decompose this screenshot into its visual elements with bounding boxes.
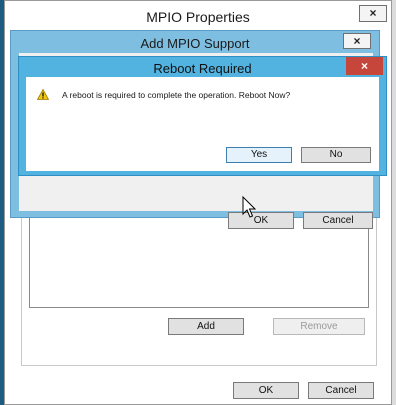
add-dialog-title: Add MPIO Support [140, 36, 250, 51]
reboot-message: A reboot is required to complete the ope… [62, 90, 291, 100]
reboot-dialog-content: A reboot is required to complete the ope… [26, 77, 379, 171]
remove-button[interactable]: Remove [273, 318, 365, 335]
mpio-cancel-button[interactable]: Cancel [308, 382, 374, 399]
reboot-dialog-close-button[interactable]: × [346, 57, 383, 75]
close-icon: × [369, 6, 377, 20]
mpio-close-button[interactable]: × [359, 5, 387, 22]
warning-icon [37, 89, 49, 100]
yes-button[interactable]: Yes [226, 147, 292, 163]
close-icon: × [360, 59, 368, 73]
no-button[interactable]: No [301, 147, 371, 163]
close-icon: × [353, 34, 361, 48]
mouse-cursor-icon [242, 196, 257, 218]
reboot-required-dialog: Reboot Required × A reboot is required t… [18, 56, 387, 176]
add-dialog-close-button[interactable]: × [343, 33, 371, 49]
add-dialog-ok-button[interactable]: OK [228, 212, 294, 229]
add-dialog-cancel-button[interactable]: Cancel [303, 212, 373, 229]
mpio-ok-button[interactable]: OK [233, 382, 299, 399]
reboot-dialog-title: Reboot Required [153, 61, 252, 76]
mpio-window-title: MPIO Properties [146, 9, 250, 25]
add-button[interactable]: Add [168, 318, 244, 335]
